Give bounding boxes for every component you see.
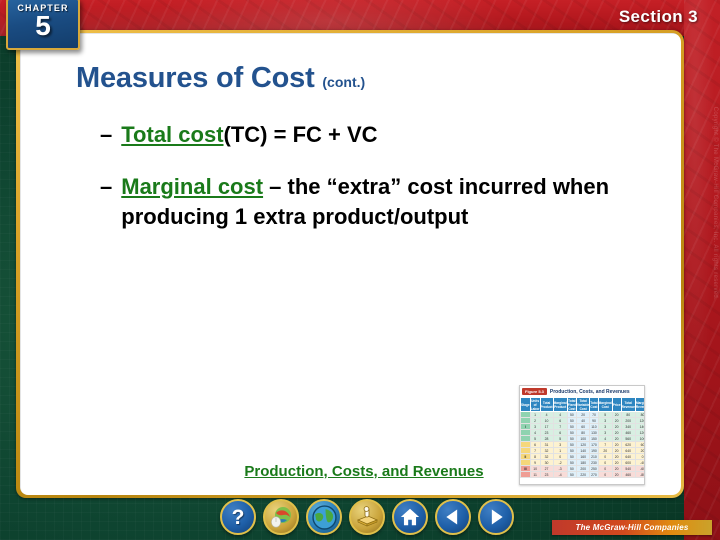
table-column-header: Total Revenue xyxy=(620,396,636,413)
table-cell: 460 xyxy=(620,471,636,479)
section-label: Section 3 xyxy=(618,7,698,26)
bullet-marker: – xyxy=(100,174,113,199)
table-cell: 23 xyxy=(539,471,554,479)
red-texture-overlay-right xyxy=(684,0,720,540)
mouse-globe-icon xyxy=(269,505,293,529)
table-cell: 20 xyxy=(611,471,622,479)
navigation-bar: ? xyxy=(220,499,514,535)
bullet-marker: – xyxy=(100,122,113,147)
table-column-header: Units of Labor xyxy=(529,396,541,413)
page-title-suffix: (cont.) xyxy=(322,74,366,90)
table-column-header: Total Fixed Cost xyxy=(566,396,578,413)
page-title: Measures of Cost (cont.) xyxy=(76,62,365,95)
activity-button[interactable] xyxy=(349,499,385,535)
bullet-text: Total cost(TC) = FC + VC xyxy=(121,120,685,150)
table-row: 1123-450220270020460-80190 xyxy=(520,471,644,479)
table-header-row: Stage Units of Labor Total Product Marginal… xyxy=(520,396,644,413)
list-item: – Marginal cost – the “extra” cost incur… xyxy=(100,172,685,232)
table-cell: 270 xyxy=(589,471,599,479)
table-column-header: Marginal Revenue xyxy=(634,396,644,413)
table-cell: 11 xyxy=(529,471,541,479)
figure-caption[interactable]: Production, Costs, and Revenues xyxy=(219,463,509,480)
next-button[interactable] xyxy=(478,499,514,535)
section-tab: Section 3 xyxy=(619,2,712,32)
table-cell: -4 xyxy=(552,471,568,479)
figure-thumbnail[interactable]: Figure 5.3 Production, Costs, and Revenu… xyxy=(519,385,645,485)
question-mark-icon: ? xyxy=(231,505,245,529)
table-cell: -80 xyxy=(634,471,644,479)
table-column-header: Total Variable Cost xyxy=(576,396,591,413)
page-title-main: Measures of Cost xyxy=(76,62,315,94)
table-column-header: Price xyxy=(611,396,622,413)
table-body: 1445020705208080302106504090320200120110… xyxy=(520,411,644,479)
table-cell-stage xyxy=(520,471,531,479)
hand-book-icon xyxy=(355,505,379,529)
figure-tag: Figure 5.3 xyxy=(522,388,547,395)
table-column-header: Marginal Product xyxy=(552,396,568,413)
table-column-header: Total Cost xyxy=(589,396,599,413)
figure-header: Figure 5.3 Production, Costs, and Revenu… xyxy=(520,386,644,397)
figure-heading: Production, Costs, and Revenues xyxy=(549,388,630,395)
table-cell: 50 xyxy=(566,471,578,479)
table-column-header: Stage xyxy=(520,396,531,413)
chapter-number: 5 xyxy=(35,10,51,41)
list-item: – Total cost(TC) = FC + VC xyxy=(100,120,685,150)
left-triangle-icon xyxy=(443,507,463,527)
publisher-logo: The McGraw-Hill Companies xyxy=(552,520,712,535)
globe-icon xyxy=(311,504,337,530)
chapter-badge: CHAPTER 5 xyxy=(6,0,80,50)
table-column-header: Total Product xyxy=(539,396,554,413)
bullet-keyword: Total cost xyxy=(121,122,224,147)
help-button[interactable]: ? xyxy=(220,499,256,535)
resources-button[interactable] xyxy=(263,499,299,535)
table-cell: 0 xyxy=(597,471,613,479)
right-triangle-icon xyxy=(486,507,506,527)
bullet-text: Marginal cost – the “extra” cost incurre… xyxy=(121,172,685,232)
table-column-header: Marginal Cost xyxy=(597,396,613,413)
table-cell: 220 xyxy=(576,471,591,479)
slide-canvas: Section 3 CHAPTER 5 Measures of Cost (co… xyxy=(0,0,720,540)
web-button[interactable] xyxy=(306,499,342,535)
home-button[interactable] xyxy=(392,499,428,535)
slide-background-red-right xyxy=(684,0,720,540)
bullet-list: – Total cost(TC) = FC + VC – Marginal co… xyxy=(100,120,685,254)
bullet-keyword: Marginal cost xyxy=(121,174,264,199)
bullet-rest: (TC) = FC + VC xyxy=(223,122,378,147)
publisher-logo-text: The McGraw-Hill Companies xyxy=(575,523,689,532)
figure-table: Stage Units of Labor Total Product Marginal… xyxy=(520,396,644,479)
home-icon xyxy=(399,506,421,528)
previous-button[interactable] xyxy=(435,499,471,535)
